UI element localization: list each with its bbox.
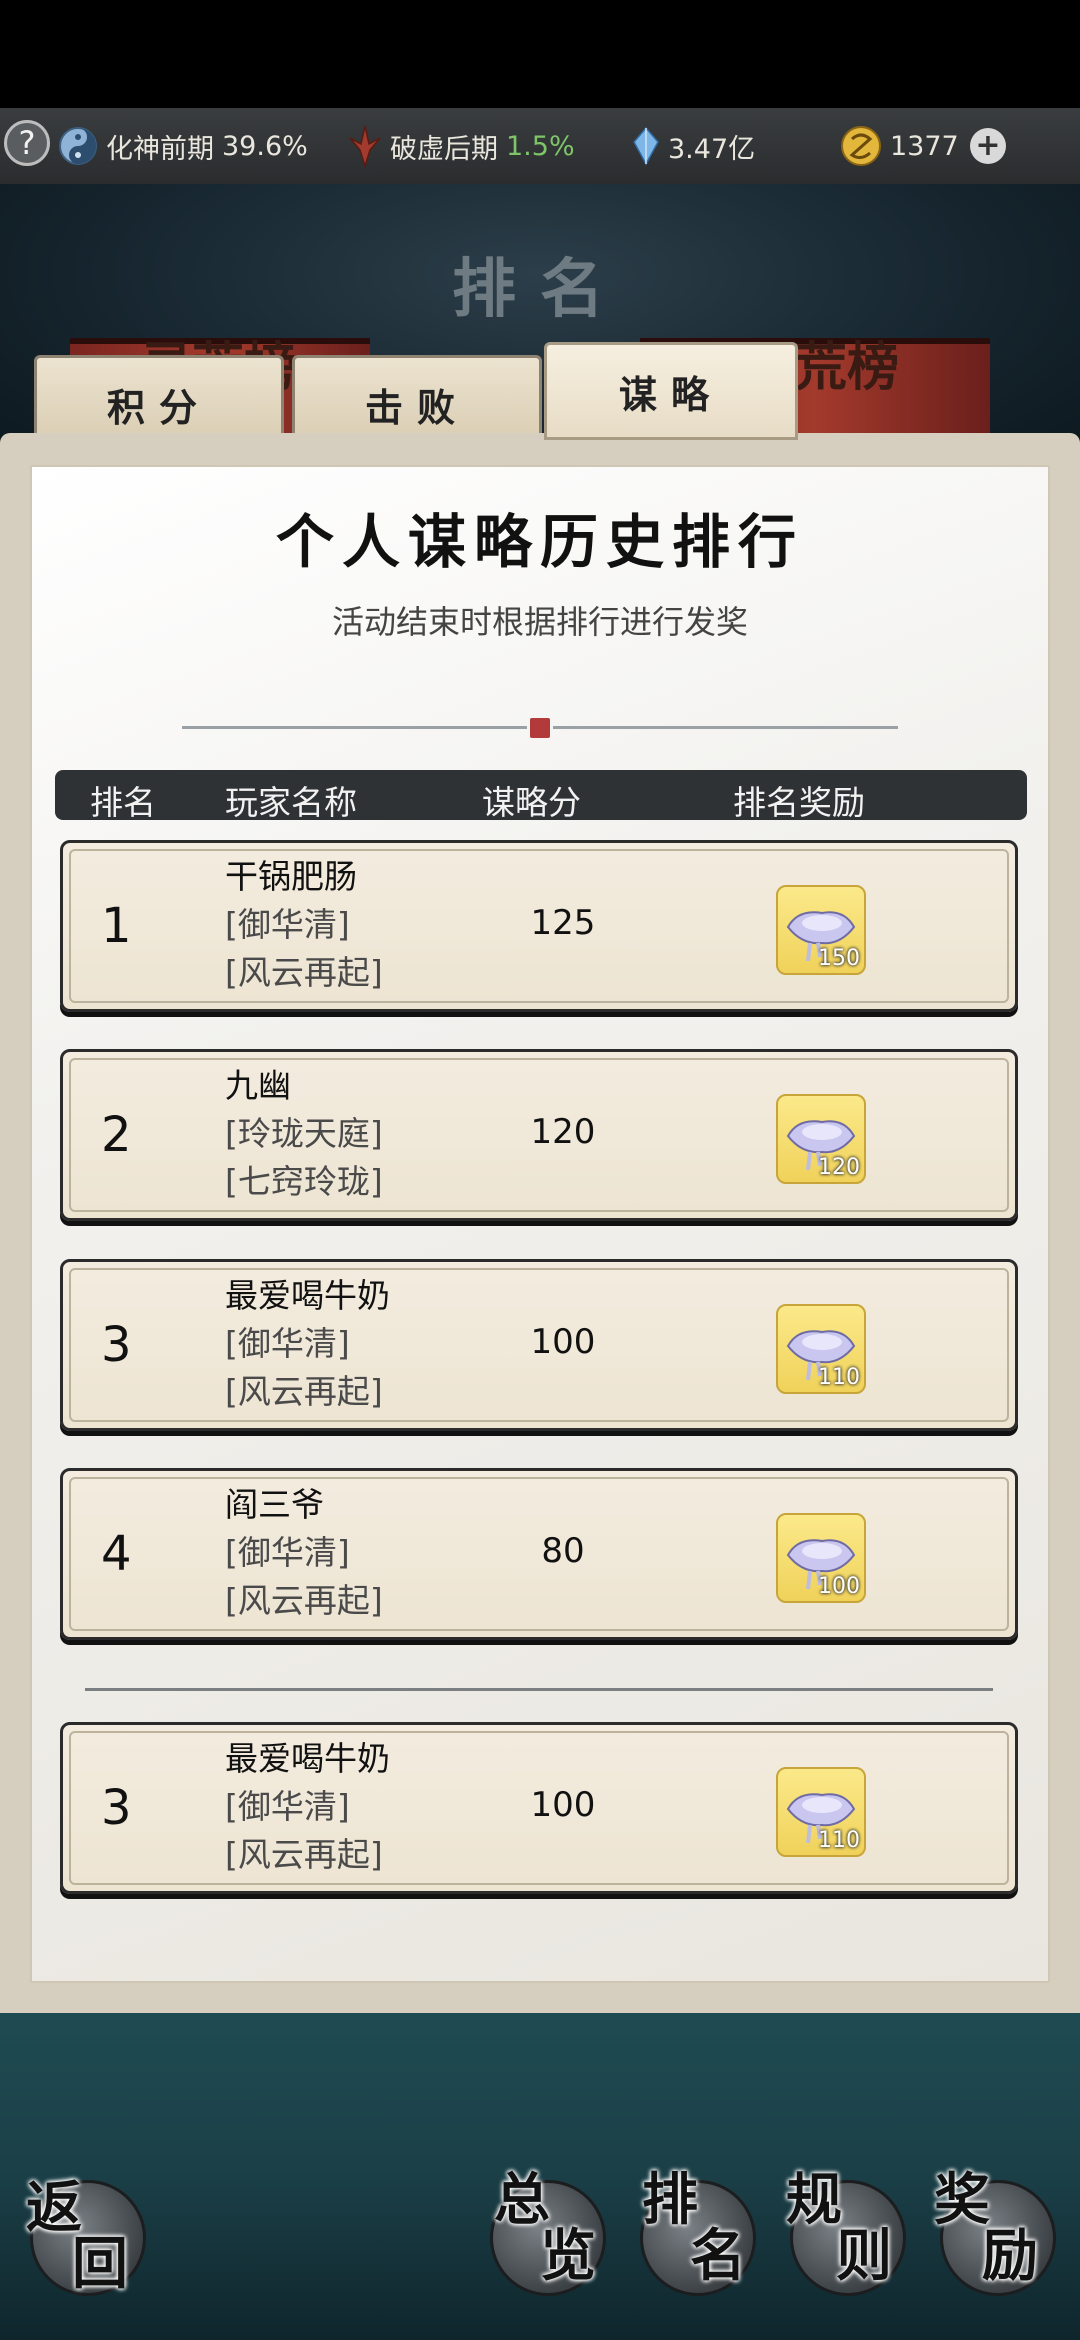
crystal-currency: 3.47亿 (632, 108, 755, 184)
row-rank: 3 (101, 1317, 132, 1373)
divider-left (182, 726, 527, 729)
row-player: 最爱喝牛奶 [御华清] [风云再起] (225, 1272, 390, 1416)
realm-1-label: 化神前期 (106, 133, 214, 165)
table-row: 4 阎三爷 [御华清] [风云再起] 80 100 (60, 1468, 1018, 1640)
row-rank: 4 (101, 1526, 132, 1582)
page-title: 排名 (452, 252, 628, 327)
rules-label-2: 则 (836, 2223, 892, 2289)
reward-item[interactable]: 120 (776, 1094, 866, 1184)
rewards-label-2: 励 (982, 2223, 1038, 2289)
header-rank: 排名 (90, 783, 156, 822)
reward-item[interactable]: 110 (776, 1304, 866, 1394)
player-name: 阎三爷 (225, 1485, 324, 1524)
row-score: 100 (530, 1322, 596, 1362)
back-label-1: 返 (26, 2175, 82, 2241)
table-header: 排名 玩家名称 谋略分 排名奖励 (55, 770, 1027, 822)
realm-progress-2: 破虚后期 1.5% (348, 108, 575, 184)
player-server: [风云再起] (225, 953, 383, 992)
coin-amount: 1377 (890, 130, 959, 162)
table-row: 3 最爱喝牛奶 [御华清] [风云再起] 100 110 (60, 1259, 1018, 1431)
player-name: 干锅肥肠 (225, 857, 357, 896)
player-guild: [御华清] (225, 1324, 350, 1363)
player-server: [风云再起] (225, 1835, 383, 1874)
player-server: [风云再起] (225, 1581, 383, 1620)
divider-right (553, 726, 898, 729)
rank-label-2: 名 (690, 2223, 746, 2289)
player-name: 最爱喝牛奶 (225, 1276, 390, 1315)
player-guild: [御华清] (225, 1787, 350, 1826)
reward-qty: 100 (818, 1574, 860, 1599)
player-server: [风云再起] (225, 1372, 383, 1411)
rank-label-1: 排 (642, 2167, 698, 2233)
player-guild: [御华清] (225, 905, 350, 944)
player-name: 最爱喝牛奶 (225, 1739, 390, 1778)
player-guild: [玲珑天庭] (225, 1114, 383, 1153)
row-player: 阎三爷 [御华清] [风云再起] (225, 1481, 383, 1625)
realm-2-value: 1.5% (506, 130, 575, 162)
resource-bar: ? 化神前期 39.6% 破虚后期 1.5% 3.47亿 1377 + (0, 108, 1080, 186)
player-guild: [御华清] (225, 1533, 350, 1572)
row-player: 最爱喝牛奶 [御华清] [风云再起] (225, 1735, 390, 1879)
realm-progress-1: 化神前期 39.6% (58, 108, 308, 184)
row-rank: 1 (101, 898, 132, 954)
self-row-divider (85, 1688, 993, 1691)
overview-label-1: 总 (494, 2167, 550, 2233)
header-score: 谋略分 (482, 783, 581, 822)
row-score: 80 (541, 1531, 585, 1571)
reward-qty: 150 (818, 946, 860, 971)
realm-1-value: 39.6% (222, 130, 308, 162)
row-score: 120 (530, 1112, 596, 1152)
header-player: 玩家名称 (225, 783, 357, 822)
table-row: 1 干锅肥肠 [御华清] [风云再起] 125 150 (60, 840, 1018, 1012)
rules-label-1: 规 (786, 2167, 842, 2233)
coin-currency: 1377 (840, 108, 959, 184)
table-row: 2 九幽 [玲珑天庭] [七窍玲珑] 120 120 (60, 1049, 1018, 1221)
yin-yang-icon (59, 127, 97, 165)
red-blade-icon (349, 125, 381, 168)
tab-strategy[interactable]: 谋略 (544, 342, 798, 440)
panel-subtitle: 活动结束时根据排行进行发奖 (331, 603, 748, 641)
rewards-label-1: 奖 (934, 2167, 990, 2233)
row-rank: 2 (101, 1107, 132, 1163)
header-reward: 排名奖励 (733, 783, 865, 822)
reward-qty: 110 (818, 1828, 860, 1853)
reward-qty: 120 (818, 1155, 860, 1180)
panel-title: 个人谋略历史排行 (275, 508, 804, 576)
overview-label-2: 览 (540, 2223, 596, 2289)
row-score: 125 (530, 903, 596, 943)
reward-item[interactable]: 100 (776, 1513, 866, 1603)
add-coins-button[interactable]: + (970, 128, 1006, 164)
help-button[interactable]: ? (4, 120, 50, 166)
reward-qty: 110 (818, 1365, 860, 1390)
right-banner-text: 荒榜 (795, 337, 900, 398)
crystal-amount: 3.47亿 (668, 133, 756, 165)
row-rank: 3 (101, 1780, 132, 1836)
top-safe-area (0, 0, 1080, 108)
gold-coin-icon (841, 126, 881, 166)
row-player: 九幽 [玲珑天庭] [七窍玲珑] (225, 1062, 383, 1206)
realm-2-label: 破虚后期 (390, 133, 498, 165)
row-score: 100 (530, 1785, 596, 1825)
player-name: 九幽 (225, 1066, 291, 1105)
back-label-2: 回 (72, 2231, 128, 2297)
seal-icon (530, 718, 550, 738)
player-server: [七窍玲珑] (225, 1162, 383, 1201)
reward-item[interactable]: 150 (776, 885, 866, 975)
row-player: 干锅肥肠 [御华清] [风云再起] (225, 853, 383, 997)
reward-item[interactable]: 110 (776, 1767, 866, 1857)
my-rank-row: 3 最爱喝牛奶 [御华清] [风云再起] 100 110 (60, 1722, 1018, 1894)
crystal-icon (633, 126, 659, 166)
